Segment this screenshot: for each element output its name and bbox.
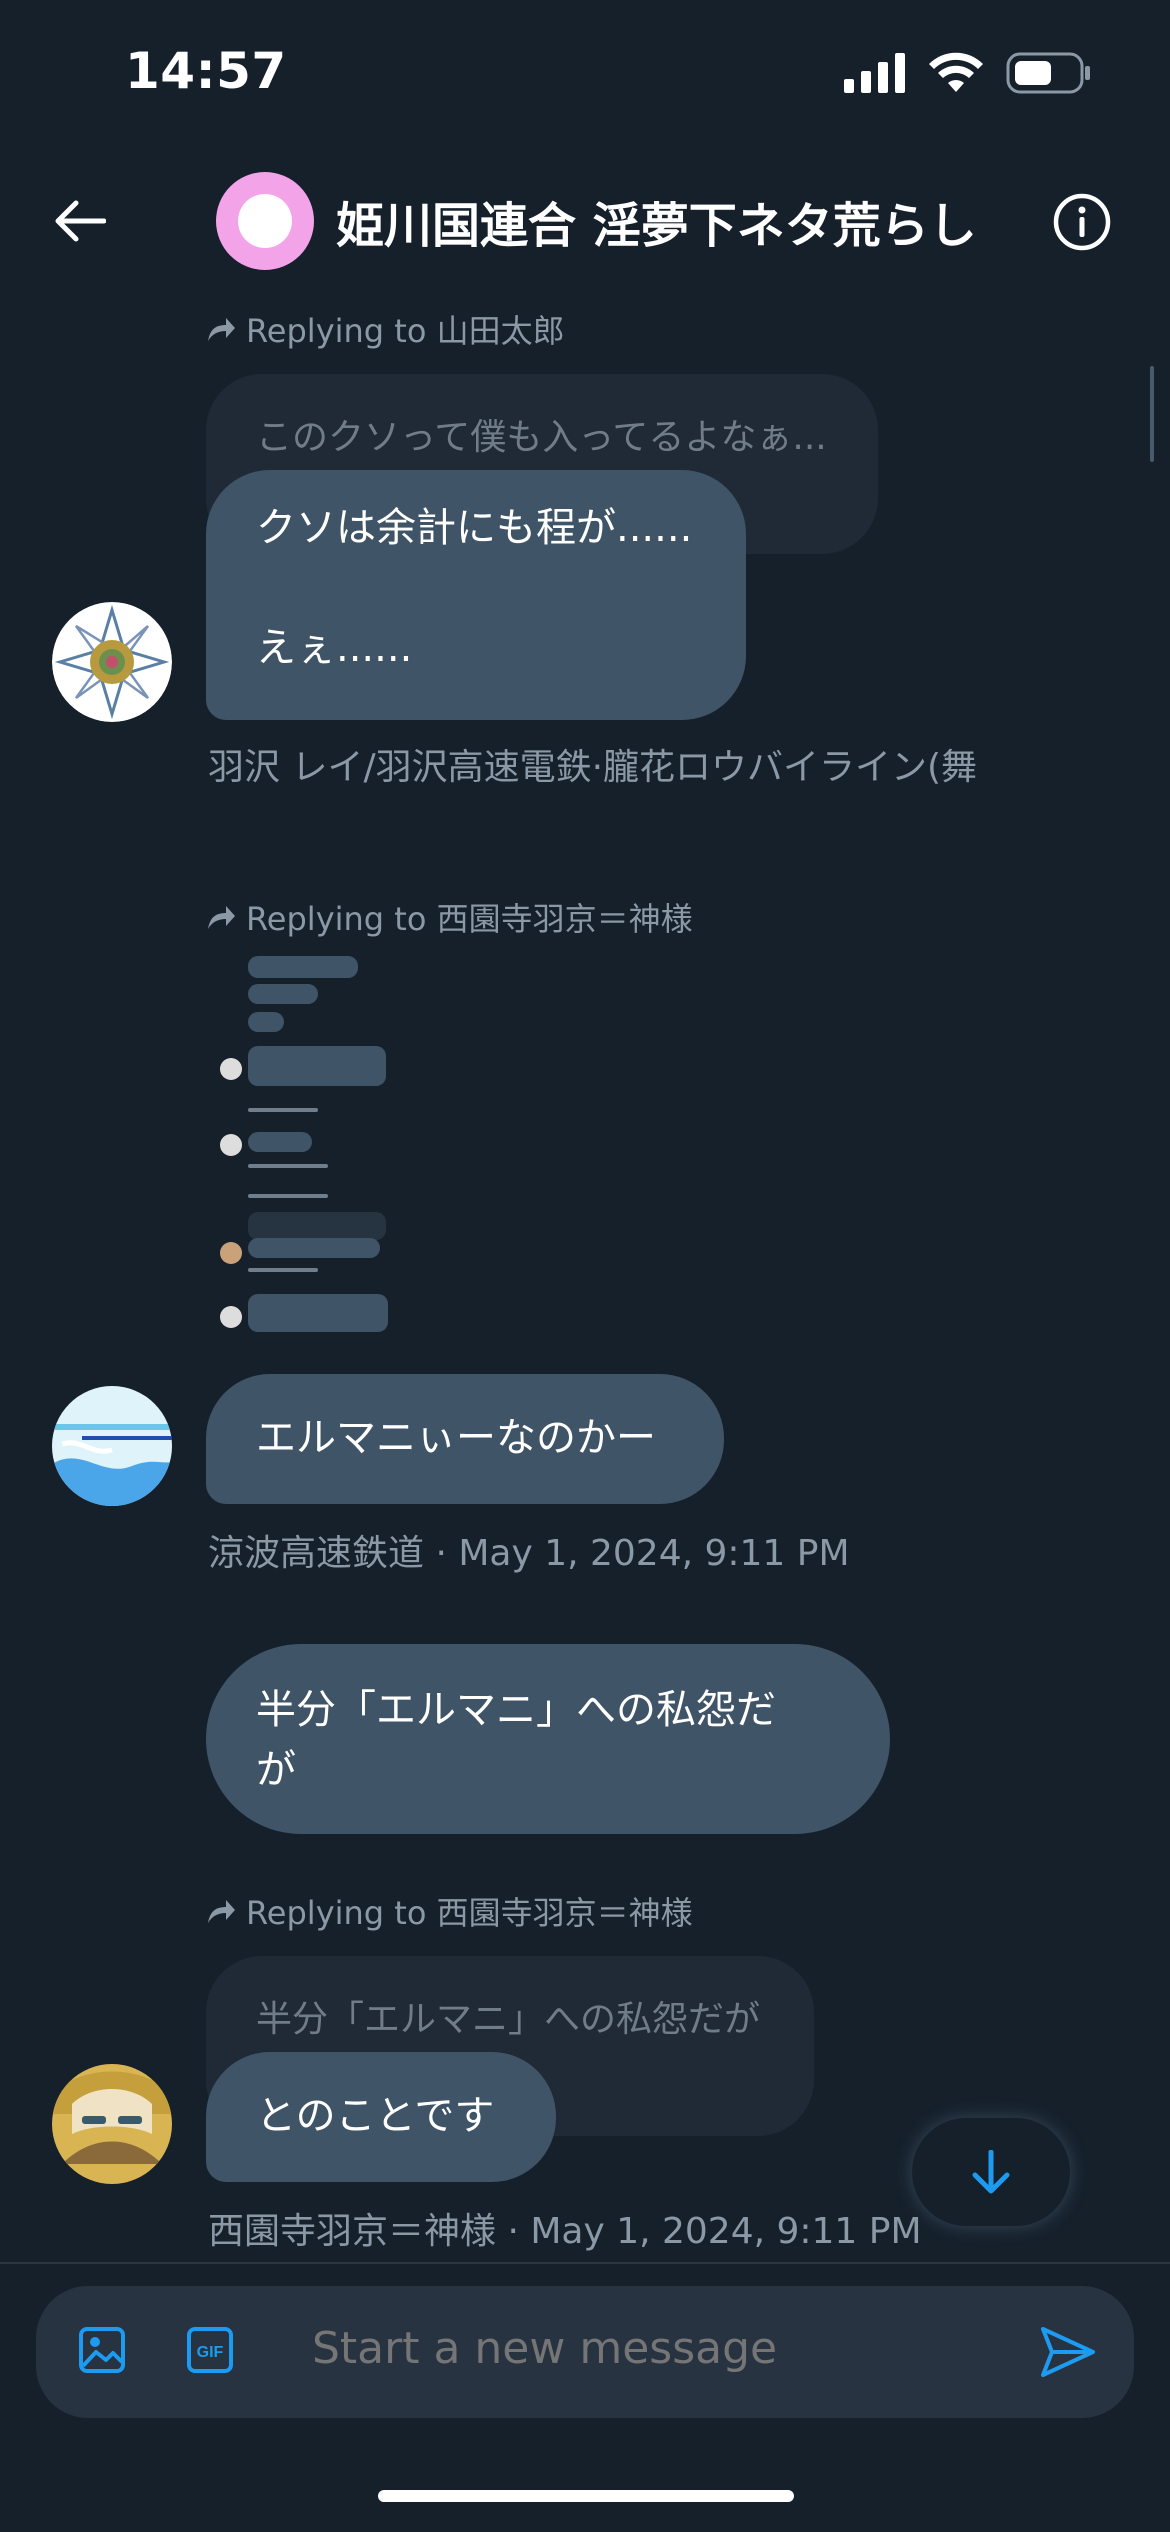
message-text-line: 半分「エルマニ」への私怨だ [256, 1687, 776, 1733]
group-avatar[interactable] [216, 172, 314, 270]
message-text-line: が [256, 1747, 296, 1793]
svg-text:GIF: GIF [197, 2344, 224, 2361]
send-button[interactable] [1040, 2326, 1096, 2382]
image-icon [79, 2327, 125, 2373]
reply-arrow-icon [208, 318, 235, 341]
avatar[interactable] [52, 602, 172, 722]
reply-arrow-icon [208, 1900, 235, 1923]
message-bubble[interactable]: とのことです [206, 2052, 556, 2182]
status-icons [844, 52, 1092, 94]
arrow-down-icon [972, 2150, 1010, 2194]
quoted-message-text: 半分「エルマニ」への私怨だが [256, 1999, 761, 2040]
gif-button[interactable]: GIF [186, 2326, 234, 2378]
message-bubble[interactable]: 半分「エルマニ」への私怨だ が [206, 1644, 890, 1834]
message-meta: 涼波高速鉄道 · May 1, 2024, 9:11 PM [208, 1533, 850, 1574]
cellular-signal-icon [844, 53, 905, 93]
status-time: 14:57 [125, 42, 287, 100]
message-bubble[interactable]: クソは余計にも程が...... えぇ...... [206, 470, 746, 720]
scroll-to-bottom-button[interactable] [912, 2118, 1070, 2226]
avatar[interactable] [52, 2064, 172, 2184]
wifi-icon [929, 52, 983, 92]
message-text: エルマニぃーなのかー [256, 1415, 656, 1461]
battery-icon [1006, 52, 1090, 94]
quoted-message-text: このクソって僕も入ってるよなぁ... [256, 417, 827, 458]
message-meta: 羽沢 レイ/羽沢高速電鉄·朧花ロウバイライン(舞 [208, 747, 978, 788]
message-text-line: えぇ...... [256, 625, 413, 671]
home-indicator [378, 2490, 794, 2502]
conversation-title[interactable]: 姫川国連合 淫夢下ネタ荒らし [336, 186, 977, 256]
message-meta: 西園寺羽京＝神様 · May 1, 2024, 9:11 PM [208, 2211, 922, 2252]
info-button[interactable] [1050, 190, 1114, 254]
attached-image[interactable] [220, 956, 390, 1342]
back-button[interactable] [40, 186, 120, 256]
reply-label-text: Replying to 西園寺羽京＝神様 [246, 1894, 693, 1932]
reply-label-text: Replying to 西園寺羽京＝神様 [246, 900, 693, 938]
message-bubble[interactable]: エルマニぃーなのかー [206, 1374, 724, 1504]
avatar-image [52, 2064, 172, 2184]
arrow-left-icon [55, 200, 106, 242]
media-button[interactable] [78, 2326, 126, 2378]
message-text: とのことです [256, 2093, 495, 2139]
info-icon [1053, 193, 1111, 251]
avatar-image [52, 1386, 172, 1506]
gif-icon: GIF [187, 2327, 233, 2373]
avatar-image [52, 602, 172, 722]
reply-arrow-icon [208, 906, 235, 929]
message-text-line: クソは余計にも程が...... [256, 505, 693, 551]
scrollbar[interactable] [1150, 366, 1154, 462]
reply-label: Replying to 西園寺羽京＝神様 [206, 894, 693, 940]
reply-label: Replying to 西園寺羽京＝神様 [206, 1888, 693, 1934]
reply-label-text: Replying to 山田太郎 [246, 312, 565, 350]
send-icon [1041, 2327, 1095, 2377]
message-input[interactable] [310, 2322, 1014, 2375]
avatar[interactable] [52, 1386, 172, 1506]
reply-label: Replying to 山田太郎 [206, 306, 565, 352]
composer-divider [0, 2262, 1170, 2264]
